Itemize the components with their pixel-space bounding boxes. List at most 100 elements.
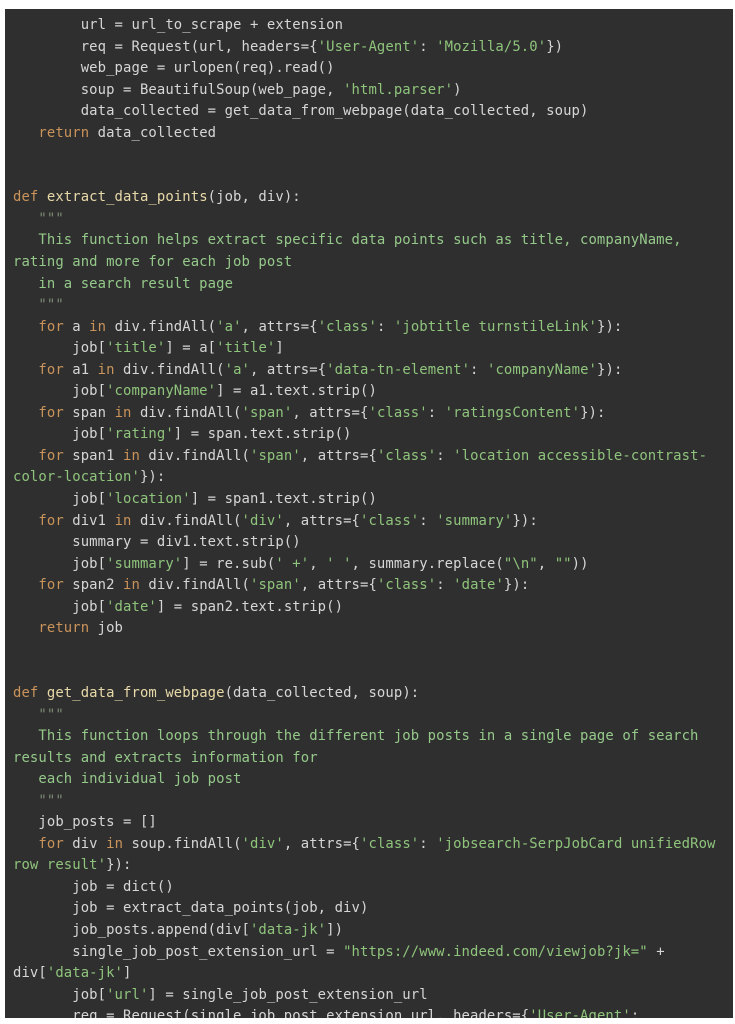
code-line: soup = BeautifulSoup(web_page, 'html.par… [13,80,729,102]
code-string: 'jobsearch-SerpJobCard unifiedRow [436,835,716,852]
code-text: (data_collected, soup): [224,684,420,701]
code-string: 'data-jk' [249,921,327,938]
code-text: div[ [13,965,47,982]
code-text: span [63,404,115,421]
code-string: row result' [13,857,107,874]
code-text: : [419,835,437,852]
code-line: def get_data_from_webpage(data_collected… [13,683,729,705]
code-text: }): [597,318,623,335]
code-string: 'companyName' [106,383,217,400]
code-keyword: return [38,124,90,141]
code-text: ) [453,81,462,98]
code-line: for a in div.findAll('a', attrs={'class'… [13,317,729,339]
code-docstring: rating and more for each job post [13,254,293,271]
code-string: 'class' [368,404,428,421]
code-line: single_job_post_extension_url = "https:/… [13,942,729,964]
code-text: job[ [13,426,107,443]
code-keyword: for [38,447,64,464]
code-string: 'companyName' [486,361,598,378]
code-string: 'a' [216,318,242,335]
code-string: 'summary' [436,512,513,529]
code-text: ]) [326,921,344,938]
code-text: ] = re.sub( [182,555,276,572]
code-string: 'span' [250,577,301,594]
code-string: 'Mozilla/5.0' [436,38,547,55]
code-text: }) [546,38,564,55]
code-string: "" [554,555,572,572]
code-line: return job [13,618,729,640]
code-line: job['url'] = single_job_post_extension_u… [13,985,729,1007]
code-docstring-quotes: """ [13,792,64,809]
code-line: """ [13,791,729,813]
code-text: a1 [63,361,98,378]
code-text: div.findAll( [131,512,242,529]
code-string: 'title' [106,340,166,357]
code-string: 'class' [360,512,420,529]
code-keyword: in [97,361,115,378]
code-string: 'date' [106,598,157,615]
code-keyword: return [38,620,90,637]
code-line: for span2 in div.findAll('span', attrs={… [13,575,729,597]
code-string: 'data-jk' [46,965,124,982]
code-line: job['date'] = span2.text.strip() [13,597,729,619]
code-line: job['title'] = a['title'] [13,338,729,360]
code-docstring-quotes: """ [13,706,64,723]
code-line: job_posts.append(div['data-jk']) [13,920,729,942]
code-string: 'User-Agent' [317,38,420,55]
code-string: 'ratingsContent' [444,404,581,421]
code-keyword: in [106,835,124,852]
code-text: div.findAll( [131,404,242,421]
code-text: div.findAll( [139,447,250,464]
code-line: This function loops through the differen… [13,726,729,748]
code-keyword: for [38,577,64,594]
code-string: ' ' [326,555,352,572]
code-docstring: each individual job post [13,771,242,788]
code-text: job [89,620,124,637]
code-string: 'jobtitle turnstileLink' [393,318,597,335]
code-text: div1 [63,512,115,529]
code-text: }): [139,469,166,486]
code-string: 'class' [360,835,420,852]
code-text: ] [275,340,284,357]
code-text: single_job_post_extension_url = [13,943,344,960]
code-line: def extract_data_points(job, div): [13,187,729,209]
code-text: ] = a1.text.strip() [216,383,377,400]
code-text: : [630,1008,640,1018]
code-text: summary = div1.text.strip() [13,534,301,551]
code-line: for span1 in div.findAll('span', attrs={… [13,446,729,468]
code-text: data_collected [89,124,217,141]
code-docstring-quotes: """ [13,297,64,314]
code-text: job = extract_data_points(job, div) [13,900,369,917]
code-string: ' +' [275,555,310,572]
code-text: , attrs={ [241,318,318,335]
code-keyword: for [38,404,64,421]
code-text: : [419,512,437,529]
code-text: }): [503,577,530,594]
code-keyword: for [38,512,64,529]
code-line: job['summary'] = re.sub(' +', ' ', summa… [13,554,729,576]
code-keyword: def [13,684,39,701]
code-text: web_page = urlopen(req).read() [13,60,335,77]
code-text: : [470,361,487,378]
code-function-name: get_data_from_webpage [46,684,225,701]
code-string: color-location' [13,469,140,486]
code-text: + [647,943,665,960]
code-text: ] = span.text.strip() [173,426,352,443]
code-text: job[ [13,986,107,1003]
code-keyword: in [114,512,132,529]
code-text: : [376,318,394,335]
code-line: for span in div.findAll('span', attrs={'… [13,403,729,425]
code-line: color-location'}): [13,467,729,489]
code-string: 'title' [216,340,276,357]
code-text: ] = a[ [165,340,217,357]
code-text: , [537,555,555,572]
code-string: 'html.parser' [343,81,454,98]
code-line: for div1 in div.findAll('div', attrs={'c… [13,511,729,533]
